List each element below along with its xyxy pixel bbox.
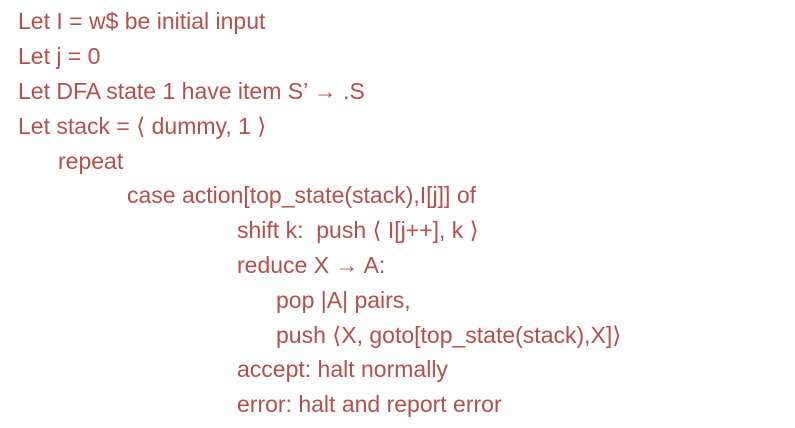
line-reduce: reduce X → A: [237, 252, 386, 278]
line-repeat: repeat [58, 148, 124, 174]
line-pop: pop |A| pairs, [276, 287, 411, 313]
line-dfa-state: Let DFA state 1 have item S’ → .S [18, 78, 365, 104]
line-accept: accept: halt normally [237, 356, 448, 382]
line-case-action: case action[top_state(stack),I[j]] of [127, 182, 476, 208]
parser-algorithm-pseudocode: Let I = w$ be initial input Let j = 0 Le… [0, 0, 795, 428]
line-init-j: Let j = 0 [18, 43, 101, 69]
line-init-stack: Let stack = ⟨ dummy, 1 ⟩ [18, 113, 267, 139]
line-push-goto: push ⟨X, goto[top_state(stack),X]⟩ [276, 322, 622, 348]
line-error: error: halt and report error [237, 391, 502, 417]
line-initial-input: Let I = w$ be initial input [18, 8, 266, 34]
line-shift: shift k: push ⟨ I[j++], k ⟩ [237, 217, 479, 243]
